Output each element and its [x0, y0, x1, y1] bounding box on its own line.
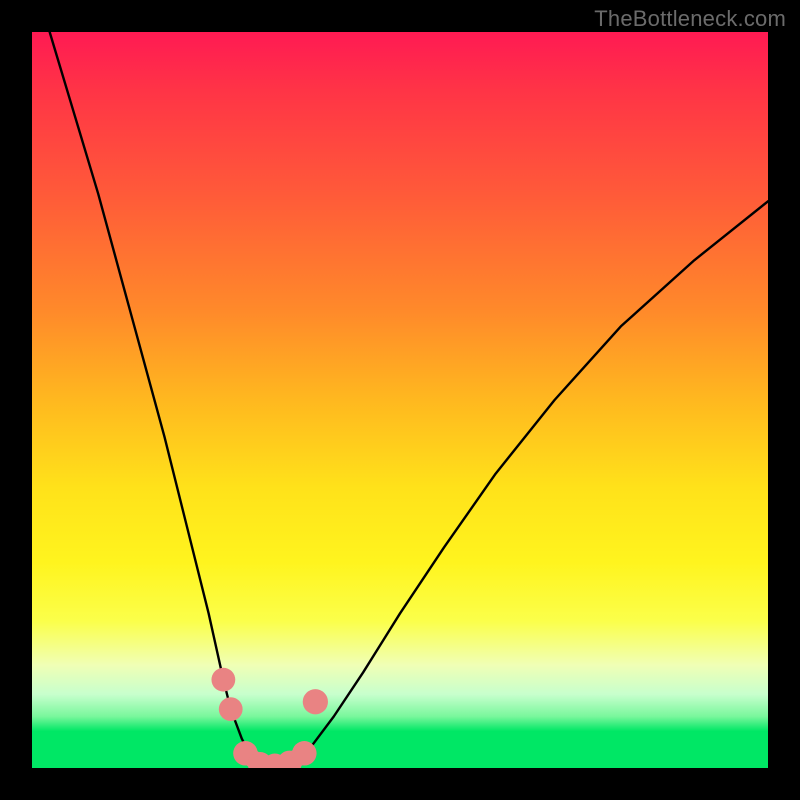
marker-layer — [211, 668, 328, 768]
marker-left-dot-1 — [211, 668, 235, 692]
watermark-text: TheBottleneck.com — [594, 6, 786, 32]
curve-layer — [32, 32, 768, 768]
chart-svg — [32, 32, 768, 768]
marker-right-dot-1 — [303, 689, 328, 714]
marker-left-dot-2 — [219, 697, 243, 721]
chart-frame: TheBottleneck.com — [0, 0, 800, 800]
plot-area — [32, 32, 768, 768]
series-bottleneck-curve — [32, 32, 768, 768]
marker-bottom-5 — [292, 741, 317, 766]
